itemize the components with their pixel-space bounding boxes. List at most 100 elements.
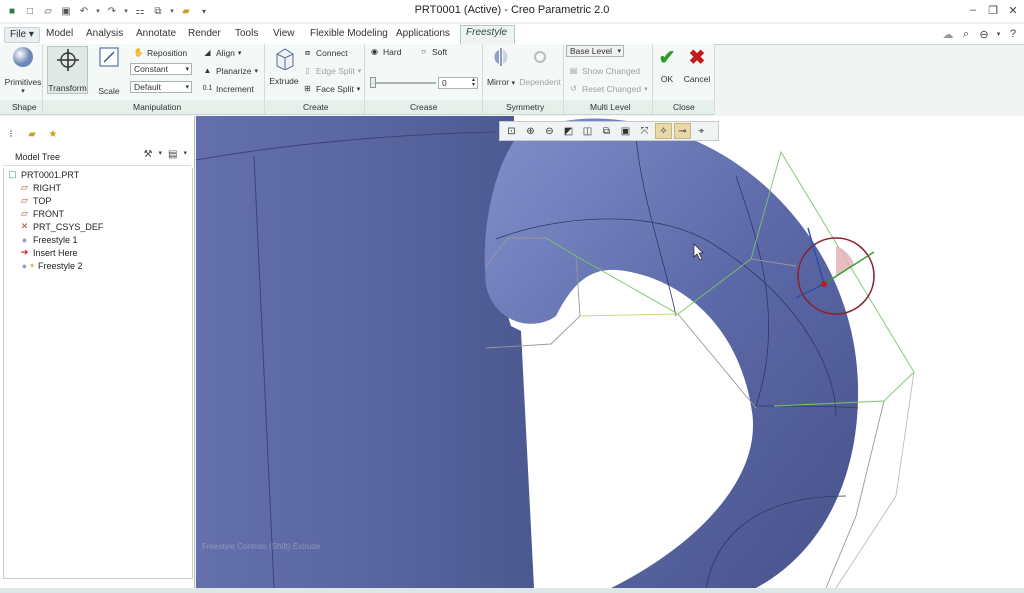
tree-item-freestyle-2[interactable]: ● ✶ Freestyle 2 xyxy=(19,260,83,271)
tab-annotate[interactable]: Annotate xyxy=(131,27,181,43)
crease-slider-handle[interactable] xyxy=(370,77,376,88)
mirror-icon xyxy=(494,48,508,66)
base-level-value: Base Level xyxy=(570,46,613,56)
group-crease: Crease xyxy=(410,102,438,112)
tab-freestyle[interactable]: Freestyle xyxy=(460,25,515,45)
align-button[interactable]: ◢ Align ▾ xyxy=(202,47,241,58)
crease-slider[interactable] xyxy=(370,77,436,88)
increment-button[interactable]: 0.1 Increment xyxy=(202,83,254,94)
model-tree-tab-icon[interactable]: ⁝ xyxy=(3,126,19,142)
view-manager-icon[interactable]: ▣ xyxy=(617,123,634,139)
dependent-button[interactable]: Dependent xyxy=(519,46,561,87)
repaint-icon[interactable]: ◩ xyxy=(560,123,577,139)
face-split-button[interactable]: ⊞ Face Split ▾ xyxy=(302,83,360,94)
radio-selected-icon: ◉ xyxy=(371,47,378,56)
spin-center-icon[interactable]: ⌖ xyxy=(693,123,710,139)
hard-label: Hard xyxy=(383,46,402,57)
model-view[interactable] xyxy=(196,116,1024,588)
annotation-display-icon[interactable]: ⊸ xyxy=(674,123,691,139)
tab-tools[interactable]: Tools xyxy=(230,27,263,43)
model-tree: ▢ PRT0001.PRT ▱ RIGHT ▱ TOP ▱ FRONT ✕ PR… xyxy=(3,168,193,579)
tree-item-csys[interactable]: ✕ PRT_CSYS_DEF xyxy=(19,221,104,232)
favorites-tab-icon[interactable]: ★ xyxy=(45,126,61,142)
tree-item-freestyle-1[interactable]: ● Freestyle 1 xyxy=(19,234,78,245)
tree-item-front[interactable]: ▱ FRONT xyxy=(19,208,64,219)
ok-button[interactable]: ✔ OK xyxy=(655,48,679,84)
soft-label: Soft xyxy=(432,46,448,57)
model-tree-title: Model Tree xyxy=(15,152,61,162)
folder-browser-tab-icon[interactable]: ▰ xyxy=(24,126,40,142)
datum-plane-icon: ▱ xyxy=(21,208,28,218)
extrude-button[interactable]: Extrude xyxy=(268,46,300,86)
cancel-button[interactable]: ✖ Cancel xyxy=(682,48,712,84)
refit-icon[interactable]: ⊡ xyxy=(503,123,520,139)
dependent-label: Dependent xyxy=(519,77,561,87)
tree-settings-dropdown-icon[interactable]: ▾ xyxy=(159,149,163,160)
crease-value-stepper[interactable]: 0 ▴ ▾ xyxy=(438,77,478,89)
default-dropdown[interactable]: Default ▾ xyxy=(130,81,192,93)
connect-icon: ⧈ xyxy=(304,47,311,57)
planarize-label: Planarize xyxy=(216,65,252,76)
tree-item-top[interactable]: ▱ TOP xyxy=(19,195,51,206)
tab-applications[interactable]: Applications xyxy=(391,27,455,43)
soft-radio[interactable]: ○ Soft xyxy=(418,46,447,57)
edge-split-label: Edge Split xyxy=(316,65,355,76)
tab-view[interactable]: View xyxy=(268,27,300,43)
sphere-icon xyxy=(13,47,33,67)
transform-button[interactable]: Transform xyxy=(47,46,88,94)
tab-analysis[interactable]: Analysis xyxy=(81,27,128,43)
base-level-dropdown[interactable]: Base Level ▾ xyxy=(566,45,624,57)
primitives-button[interactable]: Primitives ▾ xyxy=(4,46,42,95)
scale-button[interactable]: Scale xyxy=(94,46,124,96)
reposition-button[interactable]: ✋ Reposition xyxy=(133,47,188,58)
constant-dropdown[interactable]: Constant ▾ xyxy=(130,63,192,75)
tab-model[interactable]: Model xyxy=(41,27,78,43)
viewport-watermark: Freestyle Controls (Shift) Extrude xyxy=(202,542,321,551)
show-changed-icon: ▤ xyxy=(569,66,578,75)
datum-display-icon[interactable]: ✧ xyxy=(655,123,672,139)
group-create: Create xyxy=(303,102,329,112)
mirror-button[interactable]: Mirror ▾ xyxy=(485,46,517,87)
close-window-icon[interactable]: ✕ xyxy=(1006,3,1020,17)
help-dropdown-icon[interactable]: ▾ xyxy=(995,27,1002,41)
tab-render[interactable]: Render xyxy=(183,27,226,43)
hard-radio[interactable]: ◉ Hard xyxy=(369,46,401,57)
tab-flexible-modeling[interactable]: Flexible Modeling xyxy=(305,27,393,43)
saved-orientations-icon[interactable]: ⧉ xyxy=(598,123,615,139)
zoom-in-icon[interactable]: ⊕ xyxy=(522,123,539,139)
navigator-panel: ⁝ ▰ ★ Model Tree ⚒ ▾ ▤ ▾ ▢ PRT0001.PRT ▱… xyxy=(0,116,195,593)
restore-icon[interactable]: ❐ xyxy=(986,3,1000,17)
planarize-dropdown-icon: ▾ xyxy=(254,67,258,75)
help-icon[interactable]: ? xyxy=(1006,27,1020,41)
default-value: Default xyxy=(134,82,161,92)
tab-file[interactable]: File ▾ xyxy=(4,27,40,43)
cloud-icon[interactable]: ☁ xyxy=(941,27,955,41)
csys-icon: ✕ xyxy=(20,221,29,231)
minimize-icon[interactable]: – xyxy=(966,3,980,17)
show-changed-button[interactable]: ▤ Show Changed xyxy=(568,65,640,76)
graphics-window[interactable]: ⊡ ⊕ ⊖ ◩ ◫ ⧉ ▣ ⤧ ✧ ⊸ ⌖ Freestyle Controls… xyxy=(196,116,1024,588)
tree-columns-icon[interactable]: ▤ xyxy=(168,149,177,160)
display-style-icon[interactable]: ◫ xyxy=(579,123,596,139)
edge-split-button[interactable]: ▯ Edge Split ▾ xyxy=(302,65,361,76)
group-divider xyxy=(264,44,265,114)
tree-columns-dropdown-icon[interactable]: ▾ xyxy=(183,149,187,160)
show-changed-label: Show Changed xyxy=(582,65,641,76)
dependent-icon xyxy=(534,51,546,63)
connect-button[interactable]: ⧈ Connect xyxy=(302,47,348,58)
tree-item-insert-here[interactable]: ➔ Insert Here xyxy=(19,247,78,258)
increment-icon: 0.1 xyxy=(202,85,213,92)
zoom-out-icon[interactable]: ⊖ xyxy=(541,123,558,139)
planarize-button[interactable]: ▲ Planarize ▾ xyxy=(202,65,258,76)
mirror-dropdown-icon: ▾ xyxy=(511,80,516,87)
scale-icon xyxy=(99,47,119,67)
perspective-icon[interactable]: ⤧ xyxy=(636,123,653,139)
tree-settings-icon[interactable]: ⚒ xyxy=(144,149,153,160)
reset-changed-button[interactable]: ↺ Reset Changed ▾ xyxy=(568,83,647,94)
help-menu-icon[interactable]: ⊖ xyxy=(977,27,991,41)
tab-row-tools: ☁ ⌕ ⊖ ▾ ? xyxy=(941,27,1020,41)
tree-item-part[interactable]: ▢ PRT0001.PRT xyxy=(7,169,79,180)
primitives-label: Primitives xyxy=(4,77,42,87)
tree-item-right[interactable]: ▱ RIGHT xyxy=(19,182,61,193)
search-icon[interactable]: ⌕ xyxy=(959,27,973,41)
